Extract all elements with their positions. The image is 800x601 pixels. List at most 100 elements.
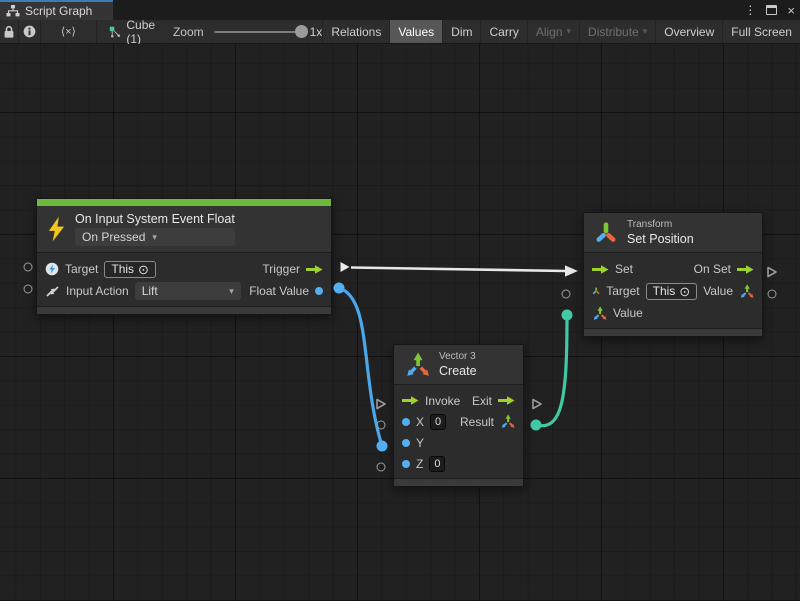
input-action-dropdown[interactable]: Lift ▾ bbox=[135, 282, 241, 300]
values-button[interactable]: Values bbox=[389, 20, 442, 43]
distribute-button[interactable]: Distribute ▾ bbox=[579, 20, 655, 43]
transform-icon bbox=[594, 221, 618, 245]
event-node-footer[interactable] bbox=[37, 306, 331, 314]
flow-arrow-icon bbox=[402, 395, 419, 406]
flow-arrow-icon bbox=[592, 264, 609, 275]
overview-button[interactable]: Overview bbox=[655, 20, 722, 43]
y-label: Y bbox=[416, 436, 424, 450]
transform-icon bbox=[592, 284, 600, 298]
event-target-row: Target This ⊙ Trigger bbox=[37, 258, 331, 280]
chevron-down-icon: ▾ bbox=[567, 26, 572, 37]
exit-label: Exit bbox=[472, 394, 492, 408]
value-out-label: Value bbox=[703, 284, 733, 298]
values-label: Values bbox=[398, 25, 434, 39]
event-node-header: On Input System Event Float On Pressed ▾ bbox=[37, 206, 331, 253]
transform-value-input-port[interactable] bbox=[562, 310, 573, 321]
transform-target-chip[interactable]: This ⊙ bbox=[646, 283, 698, 300]
align-label: Align bbox=[536, 25, 563, 39]
graph-hierarchy-icon bbox=[6, 5, 20, 17]
carry-button[interactable]: Carry bbox=[480, 20, 526, 43]
invoke-input-port[interactable] bbox=[375, 398, 387, 411]
z-label: Z bbox=[416, 457, 423, 471]
relations-label: Relations bbox=[331, 25, 381, 39]
event-action-input-port[interactable] bbox=[24, 285, 33, 294]
vector3-y-row: Y bbox=[394, 432, 523, 453]
zoom-label: Zoom bbox=[173, 25, 204, 39]
vector3-node-type: Vector 3 bbox=[439, 351, 477, 362]
vector3-x-row: X 0 Result bbox=[394, 411, 523, 432]
preview-code-button[interactable]: ⟨×⟩ bbox=[41, 20, 98, 43]
vector3-invoke-row: Invoke Exit bbox=[394, 390, 523, 411]
inspector-button[interactable] bbox=[19, 20, 41, 43]
graph-canvas[interactable]: On Input System Event Float On Pressed ▾… bbox=[0, 44, 800, 601]
chevron-down-icon: ▾ bbox=[152, 232, 157, 243]
node-on-input-system-event-float[interactable]: On Input System Event Float On Pressed ▾… bbox=[36, 198, 332, 315]
z-port-icon bbox=[402, 460, 410, 468]
zoom-slider-track bbox=[214, 31, 306, 33]
y-input-port[interactable] bbox=[377, 441, 388, 452]
vector3-node-footer[interactable] bbox=[394, 478, 523, 486]
align-button[interactable]: Align ▾ bbox=[527, 20, 579, 43]
float-value-output-port[interactable] bbox=[334, 283, 345, 294]
target-picker-icon: ⊙ bbox=[138, 263, 149, 276]
tab-script-graph[interactable]: Script Graph bbox=[0, 0, 113, 20]
event-mode-value: On Pressed bbox=[82, 230, 145, 244]
transform-node-type: Transform bbox=[627, 219, 694, 230]
info-icon bbox=[23, 25, 36, 38]
fullscreen-label: Full Screen bbox=[731, 25, 792, 39]
transform-node-title: Set Position bbox=[627, 232, 694, 246]
transform-value-output-port[interactable] bbox=[768, 290, 777, 299]
value-in-label: Value bbox=[613, 306, 643, 320]
node-transform-set-position[interactable]: Transform Set Position Set On Set Targe bbox=[583, 212, 763, 337]
trigger-output-port[interactable] bbox=[339, 261, 351, 274]
event-target-chip[interactable]: This ⊙ bbox=[104, 261, 156, 278]
x-value-field[interactable]: 0 bbox=[430, 414, 446, 430]
transform-value-row: Value bbox=[584, 302, 762, 324]
target-label: Target bbox=[65, 262, 98, 276]
tab-label: Script Graph bbox=[25, 4, 92, 18]
target-chip-value: This bbox=[111, 262, 134, 276]
zoom-slider[interactable] bbox=[214, 20, 306, 44]
angle-x-icon: ⟨×⟩ bbox=[61, 25, 76, 38]
graph-toolbar: ⟨×⟩ Cube (1) Zoom 1x Relations Values Di… bbox=[0, 20, 800, 44]
result-output-port[interactable] bbox=[531, 420, 542, 431]
z-input-port[interactable] bbox=[377, 463, 386, 472]
zoom-value: 1x bbox=[310, 25, 323, 39]
chevron-down-icon: ▾ bbox=[643, 26, 648, 37]
maximize-icon[interactable] bbox=[766, 5, 777, 15]
lock-button[interactable] bbox=[0, 20, 19, 43]
event-target-input-port[interactable] bbox=[24, 263, 33, 272]
wire-arrowhead bbox=[565, 265, 578, 276]
fullscreen-button[interactable]: Full Screen bbox=[722, 20, 800, 43]
window-menu-icon[interactable]: ⋮ bbox=[744, 3, 756, 17]
breadcrumb-label: Cube (1) bbox=[126, 18, 167, 46]
transform-target-input-port[interactable] bbox=[562, 290, 571, 299]
chevron-down-icon: ▾ bbox=[229, 286, 234, 297]
node-vector3-create[interactable]: Vector 3 Create Invoke Exit X 0 Result bbox=[393, 344, 524, 487]
close-icon[interactable]: × bbox=[787, 3, 795, 18]
zoom-slider-handle[interactable] bbox=[295, 25, 308, 38]
result-label: Result bbox=[460, 415, 494, 429]
vector3-node-title: Create bbox=[439, 364, 477, 378]
flow-arrow-icon bbox=[737, 264, 754, 275]
vector3-node-header: Vector 3 Create bbox=[394, 345, 523, 385]
input-action-value: Lift bbox=[142, 284, 158, 298]
graph-breadcrumb[interactable]: Cube (1) bbox=[97, 20, 167, 43]
event-target-icon bbox=[45, 262, 59, 276]
x-input-port[interactable] bbox=[377, 421, 386, 430]
event-input-action-row: Input Action Lift ▾ Float Value bbox=[37, 280, 331, 302]
transform-node-footer[interactable] bbox=[584, 328, 762, 336]
transform-node-header: Transform Set Position bbox=[584, 213, 762, 253]
dim-button[interactable]: Dim bbox=[442, 20, 480, 43]
on-set-output-port[interactable] bbox=[766, 266, 778, 279]
title-bar: Script Graph ⋮ × bbox=[0, 0, 800, 20]
exit-output-port[interactable] bbox=[531, 398, 543, 411]
flow-arrow-icon bbox=[498, 395, 515, 406]
carry-label: Carry bbox=[489, 25, 518, 39]
event-node-title: On Input System Event Float bbox=[75, 212, 235, 226]
z-value-field[interactable]: 0 bbox=[429, 456, 445, 472]
event-mode-dropdown[interactable]: On Pressed ▾ bbox=[75, 228, 235, 246]
dim-label: Dim bbox=[451, 25, 472, 39]
flow-arrow-icon bbox=[306, 264, 323, 275]
relations-button[interactable]: Relations bbox=[322, 20, 389, 43]
